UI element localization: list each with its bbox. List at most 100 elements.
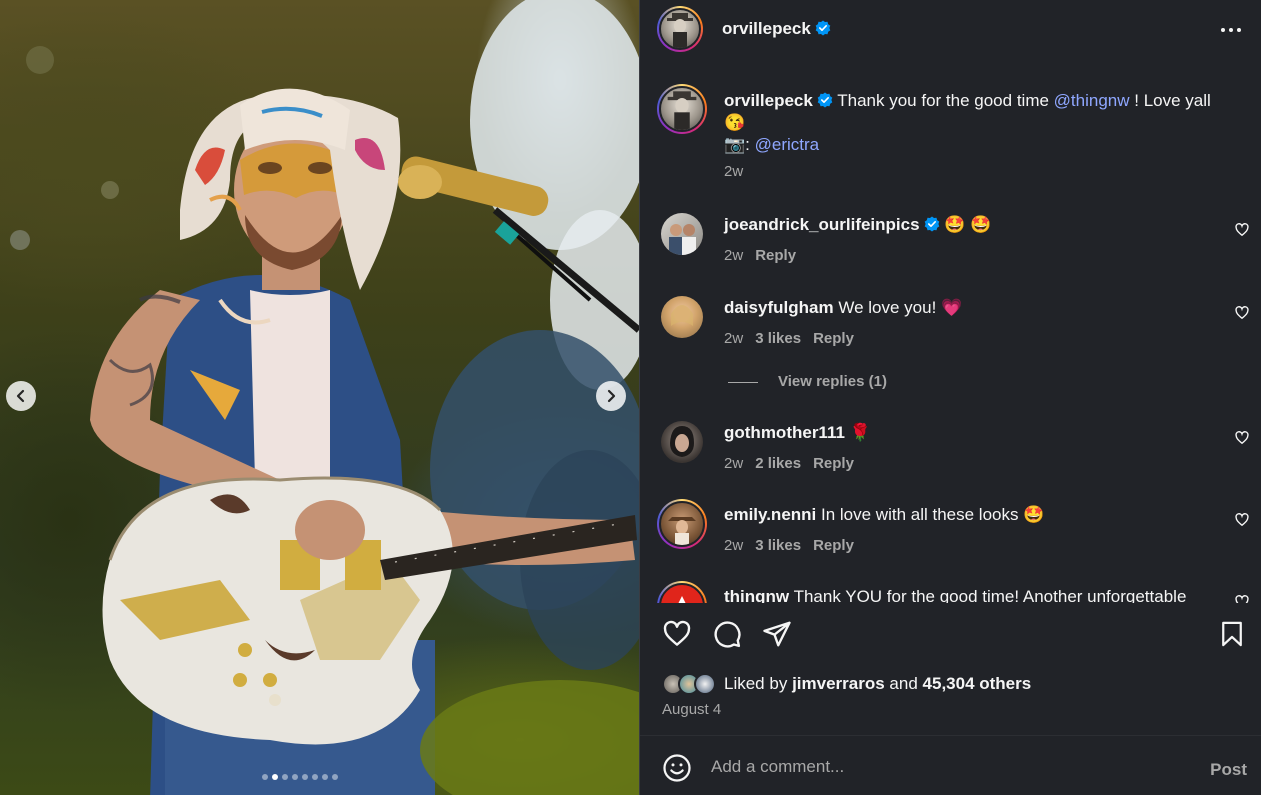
post-comment-button[interactable]: Post — [1210, 760, 1247, 780]
commenter-avatar-image — [670, 426, 694, 457]
reply-button[interactable]: Reply — [813, 455, 854, 472]
verified-badge-icon — [924, 216, 939, 232]
comment-username[interactable]: daisyfulgham — [724, 298, 834, 317]
comment-username[interactable]: gothmother111 — [724, 423, 845, 442]
caption-mention-thingnw[interactable]: @thingnw — [1054, 91, 1130, 110]
carousel-indicator — [262, 774, 338, 780]
caption-text: orvillepeck Thank you for the good time … — [724, 90, 1234, 188]
author-username[interactable]: orvillepeck — [722, 19, 831, 39]
comment-likes[interactable]: 2 likes — [755, 455, 801, 472]
liker-avatar — [694, 673, 716, 695]
commenter-avatar-image — [671, 305, 693, 326]
commenter-avatar[interactable] — [657, 581, 707, 603]
liked-by-user[interactable]: jimverraros — [792, 674, 885, 694]
comment-body: Thank YOU for the good time! Another unf… — [793, 587, 1187, 603]
camera-emoji: 📷 — [724, 135, 746, 154]
next-photo-button[interactable] — [596, 381, 626, 411]
comment-text: daisyfulgham We love you! 💗 — [724, 298, 962, 318]
like-heart-icon[interactable] — [662, 619, 692, 649]
comment-timestamp: 2w — [724, 247, 744, 264]
previous-photo-button[interactable] — [6, 381, 36, 411]
carousel-dot — [282, 774, 288, 780]
like-comment-heart-icon[interactable] — [1235, 306, 1249, 320]
liked-by-others[interactable]: 45,304 others — [923, 674, 1032, 694]
like-comment-heart-icon[interactable] — [1235, 431, 1249, 445]
reply-button[interactable]: Reply — [755, 247, 796, 264]
caption-mention-erictra[interactable]: @erictra — [755, 135, 820, 154]
comment-input[interactable] — [711, 754, 1161, 780]
caption-emoji: 😘 — [724, 113, 746, 132]
liker-avatars — [662, 673, 716, 695]
like-comment-heart-icon[interactable] — [1235, 595, 1249, 603]
comment-meta: 2w 3 likes Reply — [724, 330, 854, 347]
comment-text: emily.nenni In love with all these looks… — [724, 505, 1044, 525]
comment-username[interactable]: thingnw — [724, 587, 789, 603]
comment-bubble-icon[interactable] — [712, 619, 742, 649]
comment-username[interactable]: joeandrick_ourlifeinpics — [724, 215, 920, 234]
comment-body: In love with all these looks 🤩 — [821, 505, 1045, 524]
comment-meta: 2w 3 likes Reply — [724, 537, 854, 554]
carousel-dot — [272, 774, 278, 780]
add-comment-bar: Post — [640, 735, 1261, 795]
caption-body-end: ! Love yall — [1134, 91, 1211, 110]
comment-item: gothmother111 🌹 2w 2 likes Reply — [640, 421, 1261, 491]
carousel-dot — [322, 774, 328, 780]
carousel-dot — [332, 774, 338, 780]
comment-item: emily.nenni In love with all these looks… — [640, 499, 1261, 573]
post-header: orvillepeck — [640, 0, 1261, 60]
comment-text: gothmother111 🌹 — [724, 423, 871, 443]
view-replies-label: View replies (1) — [778, 373, 887, 390]
commenter-avatar[interactable] — [657, 499, 707, 549]
like-comment-heart-icon[interactable] — [1235, 223, 1249, 237]
comment-meta: 2w 2 likes Reply — [724, 455, 854, 472]
share-paper-plane-icon[interactable] — [762, 619, 792, 649]
carousel-dot — [302, 774, 308, 780]
post-photo[interactable] — [0, 0, 639, 795]
commenter-avatar-image — [678, 596, 686, 603]
like-comment-heart-icon[interactable] — [1235, 513, 1249, 527]
caption-avatar-image — [667, 91, 697, 130]
author-avatar[interactable] — [657, 6, 703, 52]
carousel-dot — [312, 774, 318, 780]
comment-text: joeandrick_ourlifeinpics 🤩 🤩 — [724, 215, 991, 235]
caption-avatar[interactable] — [657, 84, 707, 134]
commenter-avatar-image — [668, 517, 696, 545]
chevron-right-icon — [607, 389, 616, 403]
more-options-icon[interactable] — [1220, 20, 1242, 40]
post-detail-panel: orvillepeck orvillepeck Thank you for th… — [639, 0, 1261, 795]
commenter-avatar[interactable] — [661, 421, 703, 463]
liked-by-prefix: Liked by — [724, 674, 788, 693]
liked-by-and: and — [889, 674, 918, 693]
comment-body: We love you! 💗 — [838, 298, 963, 317]
replies-divider-line — [728, 381, 758, 383]
comment-likes[interactable]: 3 likes — [755, 537, 801, 554]
comment-username[interactable]: emily.nenni — [724, 505, 816, 524]
comment-text: thingnw Thank YOU for the good time! Ano… — [724, 587, 1186, 603]
carousel-dot — [262, 774, 268, 780]
save-bookmark-icon[interactable] — [1218, 619, 1246, 649]
comment-meta: 2w Reply — [724, 247, 796, 264]
post-date[interactable]: August 4 — [662, 701, 721, 718]
view-replies-button[interactable]: View replies (1) — [728, 373, 887, 390]
reply-button[interactable]: Reply — [813, 330, 854, 347]
comment-body: 🤩 🤩 — [944, 215, 992, 234]
caption-body-start: Thank you for the good time — [837, 91, 1049, 110]
post-actions-bar — [640, 615, 1261, 659]
commenter-avatar-image — [669, 224, 696, 255]
reply-button[interactable]: Reply — [813, 537, 854, 554]
comment-likes[interactable]: 3 likes — [755, 330, 801, 347]
comment-item: joeandrick_ourlifeinpics 🤩 🤩 2w Reply — [640, 213, 1261, 283]
verified-badge-icon — [815, 20, 831, 36]
likes-summary[interactable]: Liked by jimverraros and 45,304 others — [662, 671, 1031, 697]
comments-list[interactable]: orvillepeck Thank you for the good time … — [640, 60, 1261, 603]
emoji-picker-icon[interactable] — [662, 753, 692, 783]
concert-photo-illustration — [10, 0, 639, 795]
commenter-avatar[interactable] — [661, 296, 703, 338]
caption-username[interactable]: orvillepeck — [724, 91, 813, 110]
comment-timestamp: 2w — [724, 537, 744, 554]
comment-body: 🌹 — [849, 423, 871, 442]
author-avatar-image — [667, 13, 693, 48]
commenter-avatar[interactable] — [661, 213, 703, 255]
comment-timestamp: 2w — [724, 330, 744, 347]
caption-timestamp: 2w — [724, 163, 744, 180]
